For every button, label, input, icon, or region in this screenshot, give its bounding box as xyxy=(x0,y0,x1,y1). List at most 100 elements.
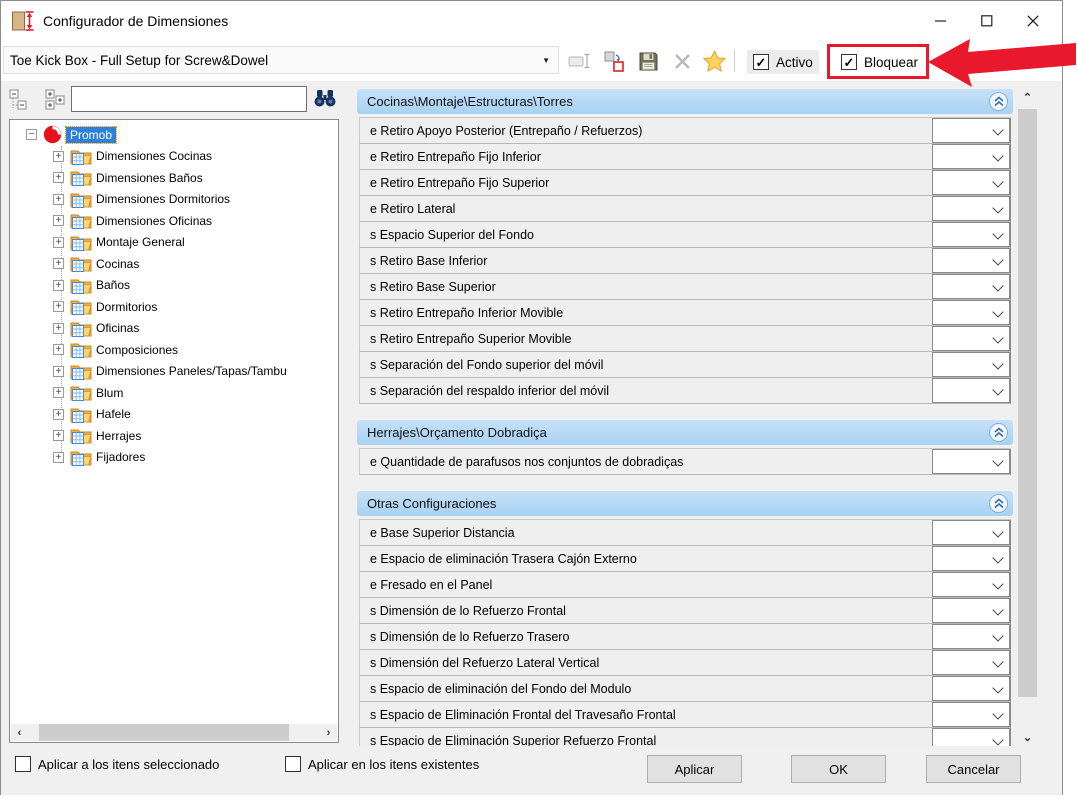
expand-plus-icon[interactable]: + xyxy=(53,452,64,463)
category-tree[interactable]: − Promob + xyxy=(9,119,339,743)
tree-item[interactable]: + Dimensiones Oficinas xyxy=(10,210,338,232)
toolbar-separator xyxy=(734,50,735,72)
copy-setup-icon[interactable] xyxy=(601,48,627,74)
setting-dropdown[interactable] xyxy=(932,274,1010,299)
setting-dropdown[interactable] xyxy=(932,598,1010,623)
setting-dropdown[interactable] xyxy=(932,449,1010,474)
expand-plus-icon[interactable]: + xyxy=(53,194,64,205)
tree-item[interactable]: + Blum xyxy=(10,382,338,404)
tree-item[interactable]: + Fijadores xyxy=(10,447,338,469)
setting-dropdown[interactable] xyxy=(932,702,1010,727)
scroll-left-icon[interactable]: ‹ xyxy=(11,724,28,741)
tree-item[interactable]: + Composiciones xyxy=(10,339,338,361)
setting-label: s Retiro Base Inferior xyxy=(370,254,487,268)
tree-item[interactable]: + Dormitorios xyxy=(10,296,338,318)
chevron-down-icon xyxy=(992,202,1003,213)
setting-row: e Fresado en el Panel xyxy=(359,572,1011,598)
tree-item-label: Herrajes xyxy=(96,429,141,443)
settings-vertical-scrollbar[interactable]: ⌃ ⌄ xyxy=(1017,89,1038,746)
tree-item[interactable]: + Baños xyxy=(10,275,338,297)
collapse-section-button[interactable] xyxy=(989,494,1008,513)
setting-dropdown[interactable] xyxy=(932,378,1010,403)
tree-item[interactable]: + Herrajes xyxy=(10,425,338,447)
ok-button[interactable]: OK xyxy=(791,755,886,783)
maximize-button[interactable] xyxy=(964,1,1010,41)
delete-icon[interactable] xyxy=(669,48,695,74)
tree-item-label: Promob xyxy=(66,127,116,143)
apply-selected-checkbox-box[interactable] xyxy=(15,756,31,772)
setting-dropdown[interactable] xyxy=(932,118,1010,143)
setting-dropdown[interactable] xyxy=(932,352,1010,377)
scrollbar-thumb[interactable] xyxy=(1018,109,1037,697)
setting-dropdown[interactable] xyxy=(932,196,1010,221)
expand-plus-icon[interactable]: + xyxy=(53,215,64,226)
setting-dropdown[interactable] xyxy=(932,728,1010,746)
folder-grid-icon xyxy=(70,255,92,272)
expand-plus-icon[interactable]: + xyxy=(53,387,64,398)
setting-dropdown[interactable] xyxy=(932,248,1010,273)
collapse-all-icon[interactable] xyxy=(9,89,33,113)
activo-checkbox-box[interactable]: ✓ xyxy=(753,54,769,70)
minimize-button[interactable] xyxy=(918,1,964,41)
tree-item[interactable]: + Hafele xyxy=(10,404,338,426)
setting-dropdown[interactable] xyxy=(932,676,1010,701)
scroll-down-icon[interactable]: ⌄ xyxy=(1017,729,1038,746)
collapse-minus-icon[interactable]: − xyxy=(26,129,37,140)
setting-row: s Retiro Entrepaño Superior Movible xyxy=(359,326,1011,352)
collapse-section-button[interactable] xyxy=(989,423,1008,442)
scroll-right-icon[interactable]: › xyxy=(320,724,337,741)
activo-checkbox-group[interactable]: ✓ Activo xyxy=(747,50,819,74)
tree-item-root[interactable]: − Promob xyxy=(10,124,338,146)
setting-dropdown[interactable] xyxy=(932,170,1010,195)
tree-item[interactable]: + Dimensiones Cocinas xyxy=(10,146,338,168)
setting-dropdown[interactable] xyxy=(932,520,1010,545)
tree-item[interactable]: + Oficinas xyxy=(10,318,338,340)
setting-dropdown[interactable] xyxy=(932,650,1010,675)
expand-plus-icon[interactable]: + xyxy=(53,323,64,334)
tree-item[interactable]: + Dimensiones Baños xyxy=(10,167,338,189)
tree-horizontal-scrollbar[interactable]: ‹ › xyxy=(11,724,337,741)
expand-plus-icon[interactable]: + xyxy=(53,280,64,291)
tree-item-label: Dimensiones Baños xyxy=(96,171,203,185)
tree-item[interactable]: + Dimensiones Paneles/Tapas/Tambu xyxy=(10,361,338,383)
scrollbar-thumb[interactable] xyxy=(39,724,289,741)
expand-plus-icon[interactable]: + xyxy=(53,430,64,441)
setting-dropdown[interactable] xyxy=(932,624,1010,649)
favorite-star-icon[interactable] xyxy=(701,48,727,74)
expand-plus-icon[interactable]: + xyxy=(53,344,64,355)
chevron-down-icon xyxy=(992,176,1003,187)
apply-existing-checkbox-group[interactable]: Aplicar en los itens existentes xyxy=(285,756,479,772)
save-icon[interactable] xyxy=(635,48,661,74)
expand-plus-icon[interactable]: + xyxy=(53,366,64,377)
tree-search-input[interactable] xyxy=(71,86,307,112)
expand-all-icon[interactable] xyxy=(45,89,69,113)
tree-item[interactable]: + Montaje General xyxy=(10,232,338,254)
expand-plus-icon[interactable]: + xyxy=(53,237,64,248)
setup-combobox[interactable]: Toe Kick Box - Full Setup for Screw&Dowe… xyxy=(3,46,559,74)
expand-plus-icon[interactable]: + xyxy=(53,258,64,269)
tree-item[interactable]: + Cocinas xyxy=(10,253,338,275)
tree-item-label: Hafele xyxy=(96,407,131,421)
expand-plus-icon[interactable]: + xyxy=(53,301,64,312)
apply-existing-checkbox-box[interactable] xyxy=(285,756,301,772)
expand-plus-icon[interactable]: + xyxy=(53,409,64,420)
close-button[interactable] xyxy=(1010,1,1056,41)
chevron-down-icon xyxy=(992,656,1003,667)
chevron-down-icon xyxy=(992,332,1003,343)
expand-plus-icon[interactable]: + xyxy=(53,151,64,162)
setting-dropdown[interactable] xyxy=(932,326,1010,351)
dropdown-arrow-icon[interactable]: ▼ xyxy=(542,56,558,65)
setting-row: e Retiro Entrepaño Fijo Inferior xyxy=(359,144,1011,170)
expand-plus-icon[interactable]: + xyxy=(53,172,64,183)
setting-dropdown[interactable] xyxy=(932,300,1010,325)
rename-icon[interactable] xyxy=(567,48,593,74)
setting-dropdown[interactable] xyxy=(932,546,1010,571)
binoculars-search-icon[interactable] xyxy=(313,89,339,111)
setting-dropdown[interactable] xyxy=(932,572,1010,597)
tree-item[interactable]: + Dimensiones Dormitorios xyxy=(10,189,338,211)
setting-dropdown[interactable] xyxy=(932,222,1010,247)
apply-button[interactable]: Aplicar xyxy=(647,755,742,783)
cancel-button[interactable]: Cancelar xyxy=(926,755,1021,783)
setting-dropdown[interactable] xyxy=(932,144,1010,169)
apply-selected-checkbox-group[interactable]: Aplicar a los itens seleccionado xyxy=(15,756,219,772)
